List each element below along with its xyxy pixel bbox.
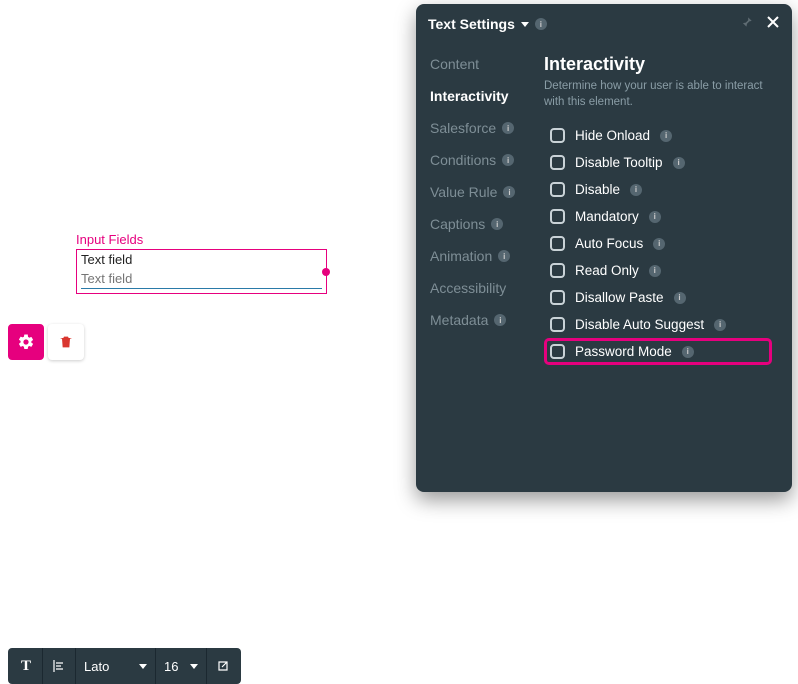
option-label: Read Only (575, 263, 639, 278)
info-icon[interactable]: i (502, 122, 514, 134)
option-label: Disable (575, 182, 620, 197)
info-icon[interactable]: i (653, 238, 665, 250)
info-icon[interactable]: i (494, 314, 506, 326)
info-icon[interactable]: i (714, 319, 726, 331)
font-family-value: Lato (84, 659, 109, 674)
format-toolbar: T Lato 16 (8, 648, 241, 684)
option-label: Hide Onload (575, 128, 650, 143)
sidebar-item-content[interactable]: Content (430, 56, 544, 72)
chevron-down-icon (190, 664, 198, 669)
sidebar-label: Animation (430, 248, 492, 264)
checkbox[interactable] (550, 317, 565, 332)
info-icon[interactable]: i (535, 18, 547, 30)
option-auto-focus[interactable]: Auto Focus i (544, 230, 772, 257)
checkbox[interactable] (550, 209, 565, 224)
option-read-only[interactable]: Read Only i (544, 257, 772, 284)
info-icon[interactable]: i (498, 250, 510, 262)
info-icon[interactable]: i (673, 157, 685, 169)
font-size-value: 16 (164, 659, 178, 674)
option-label: Disallow Paste (575, 290, 664, 305)
option-label: Mandatory (575, 209, 639, 224)
font-size-select[interactable]: 16 (156, 648, 207, 684)
gear-icon (17, 333, 35, 351)
settings-button[interactable] (8, 324, 44, 360)
font-family-select[interactable]: Lato (76, 648, 156, 684)
info-icon[interactable]: i (630, 184, 642, 196)
text-tool[interactable]: T (10, 648, 43, 684)
sidebar-item-salesforce[interactable]: Salesforce i (430, 120, 544, 136)
group-label: Input Fields (76, 232, 327, 247)
section-description: Determine how your user is able to inter… (544, 79, 772, 110)
sidebar-label: Salesforce (430, 120, 496, 136)
panel-header: Text Settings i (416, 4, 792, 44)
checkbox[interactable] (550, 344, 565, 359)
field-title: Text field (77, 250, 326, 269)
checkbox[interactable] (550, 290, 565, 305)
checkbox[interactable] (550, 155, 565, 170)
option-hide-onload[interactable]: Hide Onload i (544, 122, 772, 149)
pin-icon (740, 15, 754, 29)
panel-title: Text Settings (428, 16, 515, 32)
info-icon[interactable]: i (649, 265, 661, 277)
canvas-input-group[interactable]: Input Fields Text field (76, 232, 327, 294)
pin-button[interactable] (740, 15, 754, 34)
checkbox[interactable] (550, 182, 565, 197)
text-field-input[interactable] (81, 269, 322, 289)
option-disable-auto-suggest[interactable]: Disable Auto Suggest i (544, 311, 772, 338)
close-icon (766, 15, 780, 29)
chevron-down-icon (521, 22, 529, 27)
info-icon[interactable]: i (649, 211, 661, 223)
option-disallow-paste[interactable]: Disallow Paste i (544, 284, 772, 311)
sidebar-item-captions[interactable]: Captions i (430, 216, 544, 232)
info-icon[interactable]: i (660, 130, 672, 142)
resize-handle-right[interactable] (322, 268, 330, 276)
popout-button[interactable] (207, 648, 239, 684)
info-icon[interactable]: i (674, 292, 686, 304)
external-link-icon (215, 658, 231, 674)
info-icon[interactable]: i (491, 218, 503, 230)
sidebar-item-interactivity[interactable]: Interactivity (430, 88, 544, 104)
info-icon[interactable]: i (503, 186, 515, 198)
trash-icon (58, 334, 74, 350)
align-left-icon (51, 658, 67, 674)
sidebar-label: Interactivity (430, 88, 509, 104)
text-icon: T (18, 658, 34, 674)
checkbox[interactable] (550, 236, 565, 251)
info-icon[interactable]: i (682, 346, 694, 358)
settings-panel: Text Settings i Content Interactivity Sa… (416, 4, 792, 492)
sidebar-item-accessibility[interactable]: Accessibility (430, 280, 544, 296)
info-icon[interactable]: i (502, 154, 514, 166)
panel-title-dropdown[interactable]: Text Settings i (428, 16, 547, 32)
sidebar-item-metadata[interactable]: Metadata i (430, 312, 544, 328)
option-password-mode[interactable]: Password Mode i (544, 338, 772, 365)
sidebar-label: Value Rule (430, 184, 497, 200)
option-label: Password Mode (575, 344, 672, 359)
close-button[interactable] (766, 15, 780, 34)
section-title: Interactivity (544, 54, 772, 75)
option-disable[interactable]: Disable i (544, 176, 772, 203)
canvas-selection-box[interactable]: Text field (76, 249, 327, 294)
panel-sidebar: Content Interactivity Salesforce i Condit… (416, 44, 544, 492)
checkbox[interactable] (550, 263, 565, 278)
sidebar-label: Conditions (430, 152, 496, 168)
option-label: Disable Auto Suggest (575, 317, 704, 332)
chevron-down-icon (139, 664, 147, 669)
option-mandatory[interactable]: Mandatory i (544, 203, 772, 230)
sidebar-item-conditions[interactable]: Conditions i (430, 152, 544, 168)
checkbox[interactable] (550, 128, 565, 143)
sidebar-label: Content (430, 56, 479, 72)
sidebar-label: Accessibility (430, 280, 506, 296)
sidebar-label: Metadata (430, 312, 488, 328)
sidebar-item-value-rule[interactable]: Value Rule i (430, 184, 544, 200)
sidebar-label: Captions (430, 216, 485, 232)
panel-content: Interactivity Determine how your user is… (544, 44, 792, 492)
option-label: Auto Focus (575, 236, 643, 251)
sidebar-item-animation[interactable]: Animation i (430, 248, 544, 264)
option-disable-tooltip[interactable]: Disable Tooltip i (544, 149, 772, 176)
delete-button[interactable] (48, 324, 84, 360)
option-label: Disable Tooltip (575, 155, 663, 170)
align-tool[interactable] (43, 648, 76, 684)
